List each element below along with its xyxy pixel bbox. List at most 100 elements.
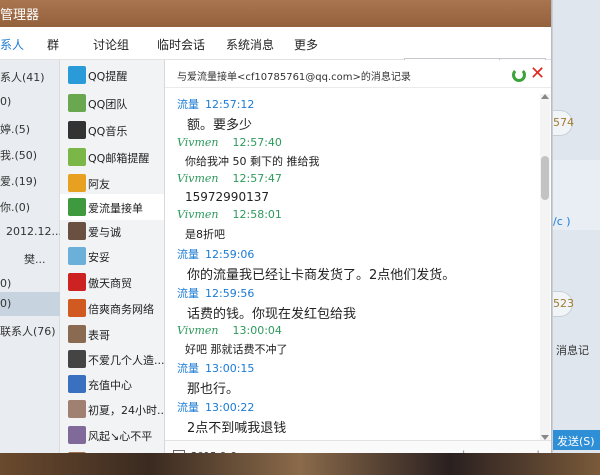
list-item-selected[interactable]: 爱流量接单	[60, 194, 164, 220]
avatar	[68, 121, 86, 139]
message-text: 你给我冲 50 剩下的 推给我	[185, 155, 320, 168]
message-sender: Vivmen 13:00:04	[177, 324, 282, 337]
list-item[interactable]: 傲天商贸	[60, 269, 164, 295]
contact-name: 不爱几个人造...	[88, 354, 164, 367]
avatar	[68, 375, 86, 393]
avatar	[68, 426, 86, 444]
message-sender: 流量 12:59:06	[177, 248, 255, 261]
contact-name: 阿友	[88, 178, 110, 191]
list-item[interactable]: 表哥	[60, 321, 164, 347]
message-text: 好吧 那就话费不冲了	[185, 343, 288, 356]
avatar	[68, 325, 86, 343]
tab-system-messages[interactable]: 系统消息	[226, 36, 274, 53]
message-history-panel: 与爱流量接单<cf10785761@qq.com>的消息记录 ✕ 流量 12:57…	[165, 60, 551, 475]
tab-groups[interactable]: 群	[47, 36, 59, 53]
contact-name: 爱与诚	[88, 226, 121, 239]
list-item[interactable]: 阿友	[60, 170, 164, 196]
avatar	[68, 198, 86, 216]
list-item[interactable]: 初夏，24小时...	[60, 396, 164, 422]
group-item[interactable]: 爱.(19)	[0, 168, 60, 192]
close-icon[interactable]: ✕	[530, 63, 545, 84]
scroll-up-icon[interactable]	[541, 94, 549, 99]
group-list: 系人(41) 0) 婷.(5) 我.(50) 爱.(19) 你.(0) 2012…	[0, 60, 60, 475]
contact-name: QQ提醒	[88, 70, 128, 83]
group-item[interactable]: 婷.(5)	[0, 116, 60, 140]
message-text: 额。要多少	[187, 118, 253, 133]
contact-name: QQ团队	[88, 98, 128, 111]
group-item[interactable]: 你.(0)	[0, 194, 60, 218]
avatar	[68, 148, 86, 166]
group-item[interactable]: 0)	[0, 90, 60, 114]
list-item[interactable]: QQ团队	[60, 90, 164, 116]
contact-name: QQ音乐	[88, 125, 128, 138]
message-text: 是8折吧	[185, 228, 225, 241]
unread-badge: 523	[553, 291, 574, 317]
group-item[interactable]: 系人(41)	[0, 64, 60, 88]
list-item[interactable]: QQ邮箱提醒	[60, 144, 164, 170]
tab-temp-chat[interactable]: 临时会话	[157, 36, 205, 53]
message-text: 话费的钱。你现在发红包给我	[187, 307, 357, 322]
group-item[interactable]: 樊...	[0, 246, 60, 270]
scroll-thumb[interactable]	[541, 156, 549, 200]
group-item[interactable]: 2012.12....	[0, 220, 60, 244]
avatar	[68, 94, 86, 112]
message-sender: 流量 12:57:12	[177, 98, 255, 111]
message-sender: 流量 13:00:15	[177, 362, 255, 375]
message-sender: 流量 13:00:22	[177, 401, 255, 414]
title-bar[interactable]: 管理器	[0, 0, 551, 27]
contact-name: QQ邮箱提醒	[88, 152, 150, 165]
list-item[interactable]: QQ音乐	[60, 117, 164, 143]
main-tabs: 系人 群 讨论组 临时会话 系统消息 更多 搜索	[0, 27, 551, 80]
avatar	[68, 174, 86, 192]
contact-name: 表哥	[88, 329, 110, 342]
avatar	[68, 222, 86, 240]
message-history-label[interactable]: 消息记	[556, 342, 600, 358]
message-sender: Vivmen 12:57:40	[177, 136, 282, 149]
message-text: 你的流量我已经让卡商发货了。2点他们发货。	[187, 268, 456, 283]
tab-contacts[interactable]: 系人	[0, 36, 24, 53]
message-sender: Vivmen 12:57:47	[177, 172, 282, 185]
avatar	[68, 299, 86, 317]
contact-name: 倍爽商务网络	[88, 303, 154, 316]
avatar	[68, 400, 86, 418]
avatar	[68, 66, 86, 84]
list-item[interactable]: 充值中心	[60, 371, 164, 397]
list-item[interactable]: QQ提醒	[60, 62, 164, 88]
tab-more[interactable]: 更多	[294, 36, 318, 53]
group-item-selected[interactable]: 0)	[0, 292, 60, 316]
background-link: /c )	[553, 215, 571, 228]
message-history-header: 与爱流量接单<cf10785761@qq.com>的消息记录 ✕	[165, 60, 551, 88]
list-item[interactable]: 安妥	[60, 243, 164, 269]
list-item[interactable]: 爱与诚	[60, 218, 164, 244]
message-list: 流量 12:57:12 额。要多少 Vivmen 12:57:40 你给我冲 50 …	[165, 94, 540, 440]
message-sender: Vivmen 12:58:01	[177, 208, 282, 221]
group-item[interactable]: 我.(50)	[0, 142, 60, 166]
send-button[interactable]: 发送(S)	[553, 430, 600, 450]
background-window: 574 /c ) 523 消息记 发送(S)	[553, 0, 600, 475]
avatar	[68, 247, 86, 265]
desktop-wallpaper	[0, 453, 600, 475]
message-text: 那也行。	[187, 382, 240, 397]
message-history-title: 与爱流量接单<cf10785761@qq.com>的消息记录	[177, 72, 411, 83]
message-text: 15972990137	[185, 190, 269, 204]
list-item[interactable]: 倍爽商务网络	[60, 295, 164, 321]
avatar	[68, 350, 86, 368]
contact-list: QQ提醒 QQ团队 QQ音乐 QQ邮箱提醒 阿友 爱流量接单 爱与诚 安妥 傲天…	[60, 60, 165, 475]
unread-badge: 574	[553, 110, 574, 136]
contact-name: 安妥	[88, 251, 110, 264]
window-title: 管理器	[0, 8, 40, 23]
contact-name: 初夏，24小时...	[88, 404, 164, 417]
avatar	[68, 273, 86, 291]
group-item[interactable]: 联系人(76)	[0, 318, 60, 342]
qq-window: 管理器 系人 群 讨论组 临时会话 系统消息 更多 搜索 系人(41) 0) 婷…	[0, 0, 552, 475]
list-item[interactable]: 风起↘心不平	[60, 422, 164, 448]
refresh-icon[interactable]	[512, 68, 526, 82]
contact-name: 充值中心	[88, 379, 132, 392]
tab-discussion[interactable]: 讨论组	[93, 36, 129, 53]
scrollbar[interactable]	[540, 94, 550, 440]
message-sender: 流量 12:59:56	[177, 287, 255, 300]
contact-name: 风起↘心不平	[88, 430, 153, 443]
contact-name: 傲天商贸	[88, 277, 132, 290]
list-item[interactable]: 不爱几个人造...	[60, 346, 164, 372]
contact-name: 爱流量接单	[88, 202, 143, 215]
